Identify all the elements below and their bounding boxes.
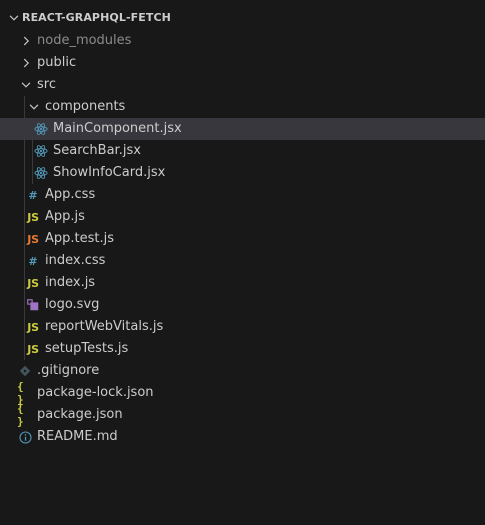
tree-item-label: logo.svg <box>45 297 100 312</box>
chevron-down-icon <box>9 15 19 21</box>
tree-item-label: index.js <box>45 275 96 290</box>
git-icon <box>17 363 33 379</box>
tree-item-label: setupTests.js <box>45 341 129 356</box>
tree-item-label: public <box>37 55 77 70</box>
tree-folder-src[interactable]: src <box>0 74 485 96</box>
tree-file-setup-tests[interactable]: JS setupTests.js <box>0 338 485 360</box>
tree-file-app-test-js[interactable]: JS App.test.js <box>0 228 485 250</box>
css-file-icon: # <box>28 254 38 268</box>
tree-item-label: package-lock.json <box>37 385 154 400</box>
tree-folder-components[interactable]: components <box>0 96 485 118</box>
tree-item-label: MainComponent.jsx <box>53 121 182 136</box>
json-file-icon: { } <box>17 380 24 406</box>
react-icon <box>33 143 49 159</box>
project-root-header[interactable]: REACT-GRAPHQL-FETCH <box>0 7 485 29</box>
tree-item-label: src <box>37 77 56 92</box>
tree-item-label: reportWebVitals.js <box>45 319 164 334</box>
tree-item-label: App.test.js <box>45 231 115 246</box>
tree-item-label: components <box>45 99 126 114</box>
tree-item-label: App.css <box>45 187 96 202</box>
tree-file-logo-svg[interactable]: logo.svg <box>0 294 485 316</box>
tree-item-label: App.js <box>45 209 85 224</box>
tree-file-gitignore[interactable]: .gitignore <box>0 360 485 382</box>
tree-file-index-css[interactable]: # index.css <box>0 250 485 272</box>
tree-item-label: node_modules <box>37 33 132 48</box>
tree-item-label: package.json <box>37 407 123 422</box>
tree-file-app-css[interactable]: # App.css <box>0 184 485 206</box>
project-title: REACT-GRAPHQL-FETCH <box>22 11 171 24</box>
chevron-right-icon <box>23 36 30 46</box>
file-explorer: REACT-GRAPHQL-FETCH node_modules public … <box>0 0 485 525</box>
tree-item-label: ShowInfoCard.jsx <box>53 165 166 180</box>
tree-file-index-js[interactable]: JS index.js <box>0 272 485 294</box>
react-icon <box>33 121 49 137</box>
js-file-icon: JS <box>27 210 39 224</box>
chevron-down-icon <box>29 104 39 110</box>
js-file-icon: JS <box>27 320 39 334</box>
tree-file-main-component[interactable]: MainComponent.jsx <box>0 118 485 140</box>
chevron-right-icon <box>23 58 30 68</box>
tree-item-label: .gitignore <box>37 363 100 378</box>
info-icon <box>17 429 33 445</box>
css-file-icon: # <box>28 188 38 202</box>
tree-file-readme[interactable]: README.md <box>0 426 485 448</box>
tree-file-package-json[interactable]: { } package.json <box>0 402 485 428</box>
tree-file-report-web-vitals[interactable]: JS reportWebVitals.js <box>0 316 485 338</box>
tree-item-label: index.css <box>45 253 106 268</box>
react-icon <box>33 165 49 181</box>
tree-file-package-lock[interactable]: { } package-lock.json <box>0 380 485 406</box>
json-file-icon: { } <box>17 402 24 428</box>
chevron-down-icon <box>21 82 31 88</box>
tree-folder-public[interactable]: public <box>0 52 485 74</box>
js-file-icon: JS <box>27 342 39 356</box>
tree-folder-node-modules[interactable]: node_modules <box>0 30 485 52</box>
tree-file-show-info-card[interactable]: ShowInfoCard.jsx <box>0 162 485 184</box>
svg-file-icon <box>25 297 41 313</box>
js-test-file-icon: JS <box>27 232 39 246</box>
tree-item-label: SearchBar.jsx <box>53 143 141 158</box>
tree-file-app-js[interactable]: JS App.js <box>0 206 485 228</box>
tree-item-label: README.md <box>37 429 118 444</box>
js-file-icon: JS <box>27 276 39 290</box>
tree-file-search-bar[interactable]: SearchBar.jsx <box>0 140 485 162</box>
